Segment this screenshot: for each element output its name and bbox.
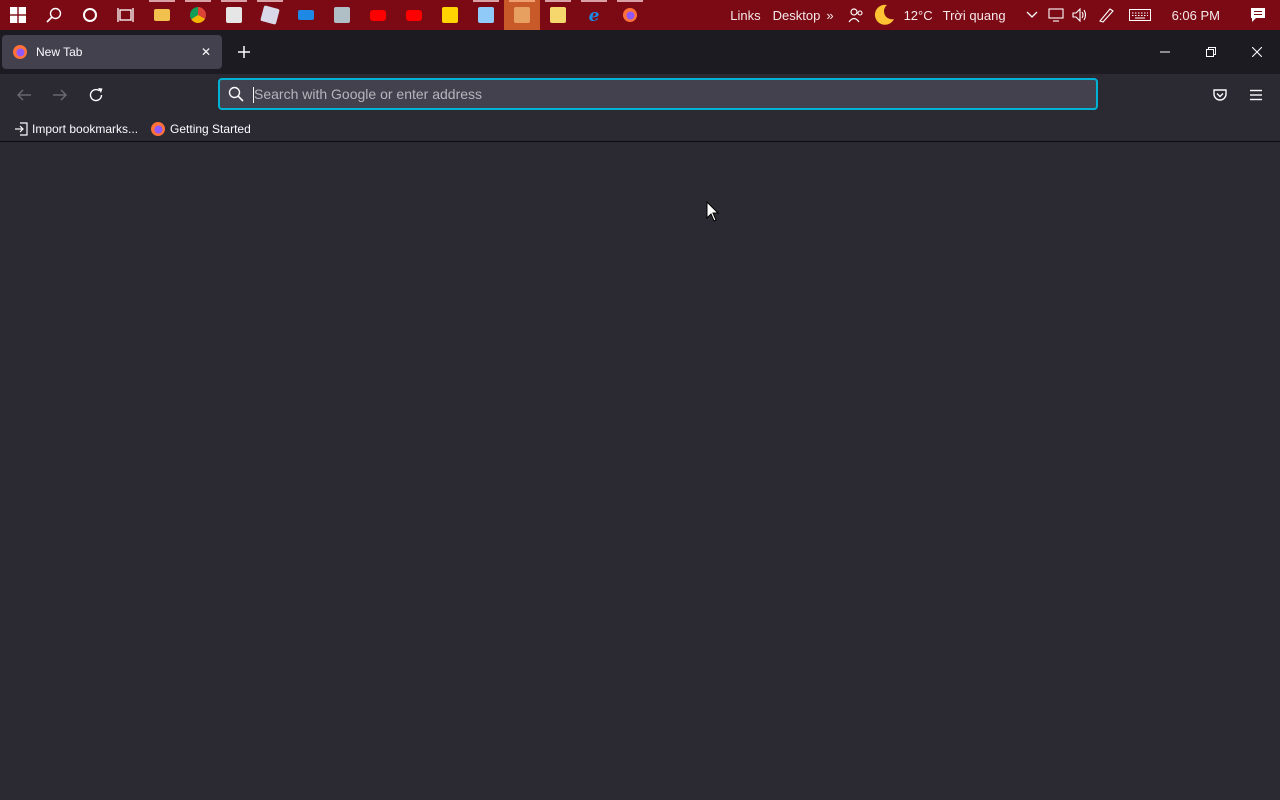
close-icon bbox=[1252, 47, 1262, 57]
taskbar-app-roblox[interactable] bbox=[252, 0, 288, 30]
address-input[interactable] bbox=[254, 82, 1096, 106]
taskbar-app-sticky-notes[interactable] bbox=[432, 0, 468, 30]
task-view-button[interactable] bbox=[108, 0, 144, 30]
taskbar-search-button[interactable] bbox=[36, 0, 72, 30]
moon-icon bbox=[874, 4, 894, 25]
system-tray: Links Desktop » 12°C Trời quang 6:06 PM bbox=[724, 0, 1280, 30]
search-icon bbox=[228, 86, 244, 102]
network-icon bbox=[1048, 8, 1064, 22]
taskbar-app-youtube-2[interactable] bbox=[396, 0, 432, 30]
start-button[interactable] bbox=[0, 0, 36, 30]
sticky-notes-icon bbox=[442, 7, 458, 23]
import-icon bbox=[15, 121, 28, 136]
tab-title: New Tab bbox=[36, 45, 83, 59]
firefox-icon bbox=[13, 45, 27, 59]
close-window-button[interactable] bbox=[1234, 30, 1280, 74]
youtube-icon bbox=[406, 9, 422, 21]
weather-temperature[interactable]: 12°C bbox=[900, 8, 937, 23]
notes-app-icon bbox=[550, 7, 566, 23]
bookmark-label: Getting Started bbox=[170, 121, 251, 136]
show-hidden-icons-button[interactable] bbox=[1020, 0, 1044, 30]
tab-strip: New Tab ✕ bbox=[0, 30, 1280, 74]
taskbar-links-toolbar[interactable]: Links bbox=[724, 8, 766, 23]
touch-keyboard-button[interactable] bbox=[1122, 0, 1158, 30]
people-icon bbox=[848, 8, 863, 23]
search-icon bbox=[46, 7, 62, 23]
app-icon bbox=[514, 7, 530, 23]
close-tab-button[interactable]: ✕ bbox=[198, 44, 214, 60]
taskbar-app-active[interactable] bbox=[504, 0, 540, 30]
back-button[interactable] bbox=[8, 79, 40, 111]
cortana-icon bbox=[83, 8, 97, 22]
pen-workspace-button[interactable] bbox=[1092, 0, 1122, 30]
navigation-toolbar bbox=[0, 74, 1280, 116]
bookmark-getting-started[interactable]: Getting Started bbox=[146, 118, 255, 140]
svg-text:e: e bbox=[589, 6, 600, 24]
taskbar-app-snipping-tool[interactable] bbox=[468, 0, 504, 30]
network-button[interactable] bbox=[1044, 0, 1068, 30]
windows-taskbar: e Links Desktop » 12°C Trời quang 6:06 P… bbox=[0, 0, 1280, 30]
restore-button[interactable] bbox=[1188, 30, 1234, 74]
forward-arrow-icon bbox=[53, 89, 67, 101]
app-menu-button[interactable] bbox=[1240, 79, 1272, 111]
restore-icon bbox=[1206, 47, 1216, 57]
store-icon bbox=[226, 7, 242, 23]
new-tab-page bbox=[0, 143, 1280, 800]
mouse-cursor-icon bbox=[706, 201, 720, 222]
forward-button[interactable] bbox=[44, 79, 76, 111]
remote-desktop-icon bbox=[298, 10, 314, 20]
chevron-down-icon bbox=[1026, 11, 1038, 18]
pen-icon bbox=[1098, 8, 1114, 23]
bookmark-label: Import bookmarks... bbox=[32, 121, 139, 136]
taskbar-app-youtube-1[interactable] bbox=[360, 0, 396, 30]
bookmarks-toolbar: Import bookmarks... Getting Started bbox=[0, 116, 1280, 142]
text-caret bbox=[253, 87, 254, 103]
pocket-icon bbox=[1213, 89, 1227, 101]
internet-explorer-icon: e bbox=[589, 6, 600, 24]
taskbar-app-chrome[interactable] bbox=[180, 0, 216, 30]
cortana-button[interactable] bbox=[72, 0, 108, 30]
hamburger-menu-icon bbox=[1250, 89, 1262, 101]
tab-new-tab[interactable]: New Tab ✕ bbox=[2, 35, 222, 69]
file-explorer-icon bbox=[154, 9, 170, 21]
action-center-button[interactable] bbox=[1236, 0, 1280, 30]
speaker-icon bbox=[1072, 8, 1086, 22]
people-button[interactable] bbox=[844, 0, 868, 30]
chrome-icon bbox=[190, 7, 206, 23]
pocket-button[interactable] bbox=[1204, 79, 1236, 111]
taskbar-app-store[interactable] bbox=[216, 0, 252, 30]
reload-button[interactable] bbox=[80, 79, 112, 111]
snipping-tool-icon bbox=[478, 7, 494, 23]
back-arrow-icon bbox=[17, 89, 31, 101]
taskbar-desktop-toolbar[interactable]: Desktop bbox=[767, 8, 827, 23]
roblox-icon bbox=[260, 5, 280, 25]
volume-button[interactable] bbox=[1068, 0, 1092, 30]
minimize-icon bbox=[1160, 51, 1170, 53]
toolbar-overflow-button[interactable]: » bbox=[826, 8, 843, 23]
firefox-icon bbox=[151, 121, 166, 136]
taskbar-app-file-explorer[interactable] bbox=[144, 0, 180, 30]
taskbar-app-firefox[interactable] bbox=[612, 0, 648, 30]
firefox-icon bbox=[623, 8, 637, 22]
bookmark-import[interactable]: Import bookmarks... bbox=[10, 118, 142, 140]
notifications-icon bbox=[1251, 8, 1265, 22]
taskbar-app-remote-desktop[interactable] bbox=[288, 0, 324, 30]
taskbar-app-notes[interactable] bbox=[540, 0, 576, 30]
photos-icon bbox=[334, 7, 350, 23]
taskbar-app-internet-explorer[interactable]: e bbox=[576, 0, 612, 30]
youtube-icon bbox=[370, 9, 386, 21]
new-tab-button[interactable] bbox=[232, 40, 256, 64]
plus-icon bbox=[238, 46, 250, 58]
keyboard-icon bbox=[1128, 9, 1151, 21]
taskbar-clock[interactable]: 6:06 PM bbox=[1158, 8, 1236, 23]
close-icon: ✕ bbox=[200, 45, 212, 59]
address-bar[interactable] bbox=[218, 78, 1098, 110]
weather-description[interactable]: Trời quang bbox=[937, 8, 1020, 23]
minimize-button[interactable] bbox=[1142, 30, 1188, 74]
reload-icon bbox=[89, 88, 103, 102]
taskbar-app-photos[interactable] bbox=[324, 0, 360, 30]
weather-button[interactable] bbox=[868, 0, 900, 30]
windows-logo-icon bbox=[10, 7, 26, 23]
task-view-icon bbox=[117, 8, 134, 22]
